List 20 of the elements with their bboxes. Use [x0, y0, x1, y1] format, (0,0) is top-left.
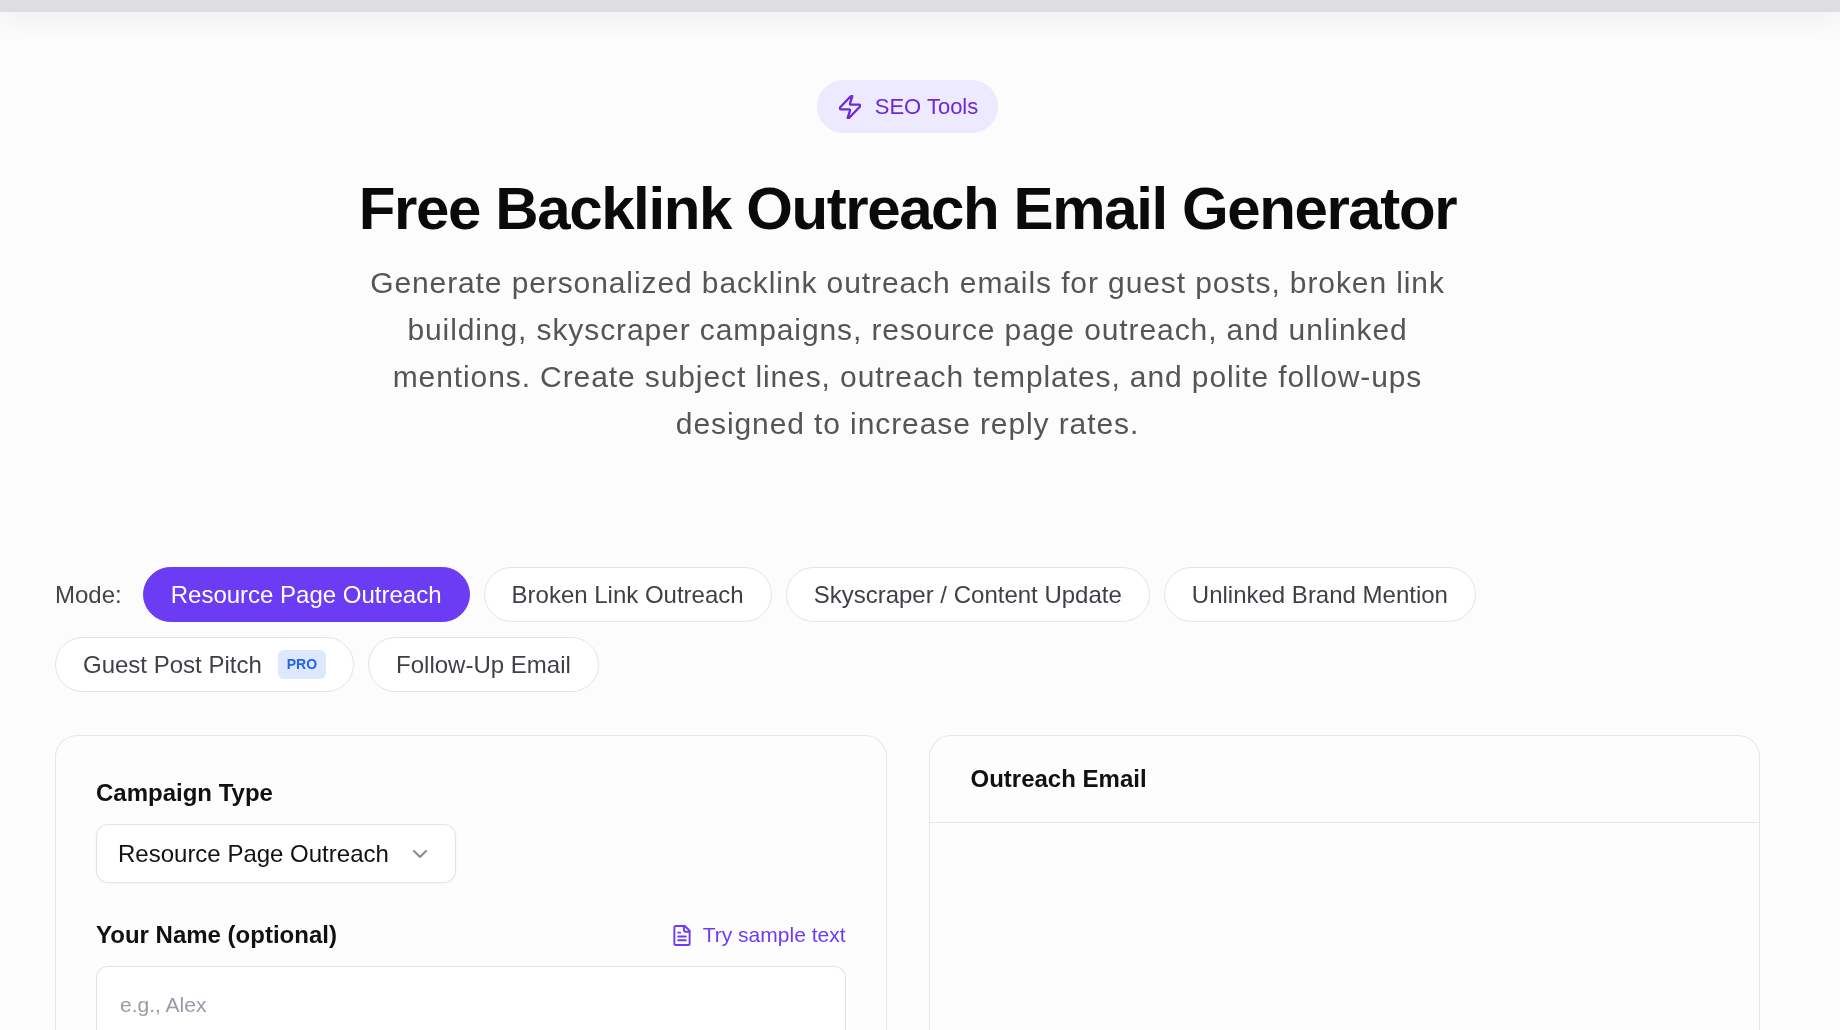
field-label: Your Name (optional) [96, 921, 337, 949]
lightning-icon [838, 94, 861, 119]
mode-tab[interactable]: Follow-Up Email [368, 637, 599, 692]
sample-text-link[interactable]: Try sample text [672, 923, 846, 947]
mode-tab[interactable]: Skyscraper / Content Update [785, 567, 1150, 622]
badge-label: SEO Tools [874, 93, 979, 120]
chevron-down-icon [412, 849, 427, 858]
mode-tab[interactable]: Broken Link Outreach [483, 567, 772, 622]
document-icon [672, 924, 691, 946]
field-label: Campaign Type [96, 779, 273, 807]
name-input[interactable]: e.g., Alex [96, 966, 846, 1030]
campaign-type-select[interactable]: Resource Page Outreach [96, 824, 456, 883]
mode-tab[interactable]: Resource Page Outreach [142, 567, 470, 622]
pro-tag: PRO [277, 650, 327, 679]
mode-tab[interactable]: Unlinked Brand Mention [1163, 567, 1476, 622]
mode-tab[interactable]: Guest Post Pitch PRO [55, 637, 355, 692]
mode-label: Mode: [55, 580, 122, 609]
page-description: Generate personalized backlink outreach emails for guest posts, broken link building, skyscraper campaigns, resource page outreach, and unlinked mentions. Create subject lines, outreach templates, and polite follow-ups designed to increase reply rates. [369, 265, 1446, 442]
page-title: Free Backlink Outreach Email Generator [358, 175, 1457, 242]
panel-title: Outreach Email [970, 765, 1147, 793]
